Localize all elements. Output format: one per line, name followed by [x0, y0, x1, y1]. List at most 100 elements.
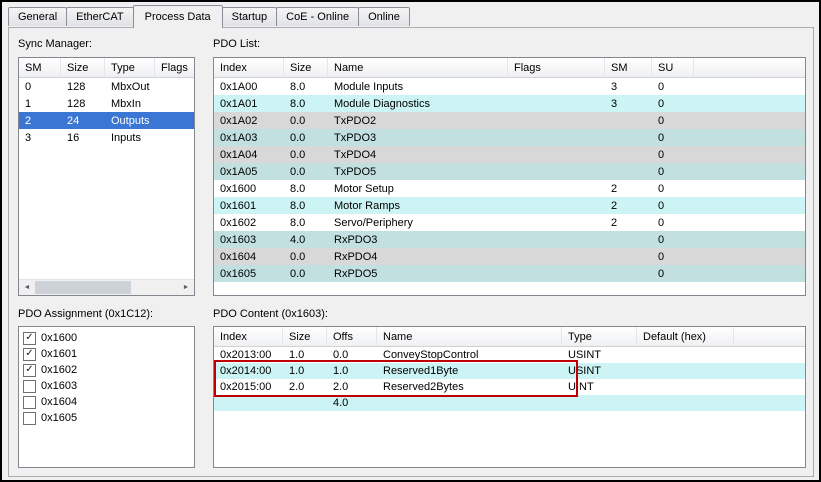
cell-type: [562, 395, 637, 411]
checkbox-unchecked-icon[interactable]: [23, 395, 36, 409]
cell-flags: [155, 78, 194, 95]
tab-startup[interactable]: Startup: [221, 7, 278, 26]
pdo-assignment-item-label: 0x1603: [41, 380, 78, 392]
tab-bar: General EtherCAT Process Data Startup Co…: [8, 5, 410, 28]
pdo-list-row[interactable]: 0x1A00 8.0 Module Inputs 3 0: [214, 78, 805, 95]
cell-size: 8.0: [290, 182, 306, 195]
pdo-assignment-item[interactable]: ✓ 0x1600: [21, 330, 192, 346]
column-header-sm[interactable]: SM: [19, 58, 61, 77]
cell-size: 8.0: [290, 97, 306, 110]
sync-manager-row[interactable]: 3 16 Inputs: [19, 129, 194, 146]
column-header-name[interactable]: Name: [377, 327, 562, 346]
pdo-list-row[interactable]: 0x1600 8.0 Motor Setup 2 0: [214, 180, 805, 197]
cell-sm: [605, 129, 652, 146]
pdo-assignment-item[interactable]: 0x1604: [21, 394, 192, 410]
tab-ethercat[interactable]: EtherCAT: [66, 7, 134, 26]
pdo-assignment-item[interactable]: ✓ 0x1601: [21, 346, 192, 362]
column-header-flags[interactable]: Flags: [508, 58, 605, 77]
checkbox-checked-icon[interactable]: ✓: [23, 363, 36, 377]
pdo-assignment-item-label: 0x1605: [41, 412, 78, 424]
tab-general[interactable]: General: [8, 7, 68, 26]
cell-sm: 1: [25, 97, 32, 110]
sync-manager-row[interactable]: 0 128 MbxOut: [19, 78, 194, 95]
pdo-assignment-item-label: 0x1602: [41, 364, 78, 376]
pdo-content-table: Index Size Offs Name Type Default (hex) …: [213, 326, 806, 468]
cell-name: Servo/Periphery: [334, 216, 413, 229]
column-header-su[interactable]: SU: [652, 58, 694, 77]
column-header-offs[interactable]: Offs: [327, 327, 377, 346]
cell-index: 0x1600: [220, 182, 257, 195]
column-header-type[interactable]: Type: [105, 58, 155, 77]
cell-size: 8.0: [290, 199, 306, 212]
sync-manager-row[interactable]: 1 128 MbxIn: [19, 95, 194, 112]
column-header-size[interactable]: Size: [61, 58, 105, 77]
device-process-data-dialog: General EtherCAT Process Data Startup Co…: [0, 0, 821, 482]
cell-sm: [605, 265, 652, 282]
column-header-name[interactable]: Name: [328, 58, 508, 77]
checkbox-checked-icon[interactable]: ✓: [23, 347, 36, 361]
cell-size: [283, 395, 327, 411]
pdo-list-row[interactable]: 0x1604 0.0 RxPDO4 0: [214, 248, 805, 265]
cell-sm: [605, 231, 652, 248]
scrollbar-track[interactable]: [35, 280, 178, 295]
cell-type: Outputs: [111, 114, 150, 127]
pdo-list-row[interactable]: 0x1A02 0.0 TxPDO2 0: [214, 112, 805, 129]
tab-process-data[interactable]: Process Data: [132, 5, 223, 28]
pdo-list-row[interactable]: 0x1A05 0.0 TxPDO5 0: [214, 163, 805, 180]
pdo-list-row[interactable]: 0x1A03 0.0 TxPDO3 0: [214, 129, 805, 146]
cell-sm: 2: [611, 182, 618, 195]
cell-index: 0x1A00: [220, 80, 258, 93]
column-header-index[interactable]: Index: [214, 58, 284, 77]
checkbox-checked-icon[interactable]: ✓: [23, 331, 36, 345]
cell-default: [637, 379, 734, 395]
cell-size: 0.0: [290, 165, 306, 178]
cell-index: 0x1604: [220, 250, 257, 263]
tab-online[interactable]: Online: [358, 7, 410, 26]
pdo-assignment-item[interactable]: 0x1603: [21, 378, 192, 394]
cell-size: 8.0: [290, 216, 306, 229]
cell-name: Reserved2Bytes: [383, 381, 464, 393]
tab-coe-online[interactable]: CoE - Online: [276, 7, 360, 26]
cell-type: USINT: [568, 365, 601, 377]
cell-sm: 2: [611, 199, 618, 212]
pdo-list-row[interactable]: 0x1603 4.0 RxPDO3 0: [214, 231, 805, 248]
pdo-content-row[interactable]: 4.0: [214, 395, 805, 411]
cell-index: 0x1603: [220, 233, 257, 246]
cell-size: 0.0: [290, 250, 306, 263]
column-header-size[interactable]: Size: [283, 327, 327, 346]
pdo-assignment-list: ✓ 0x1600 ✓ 0x1601 ✓ 0x1602 0x1603 0x1604…: [18, 326, 195, 468]
scrollbar-thumb[interactable]: [35, 281, 131, 294]
checkbox-unchecked-icon[interactable]: [23, 411, 36, 425]
pdo-list-row[interactable]: 0x1601 8.0 Motor Ramps 2 0: [214, 197, 805, 214]
cell-index: 0x1605: [220, 267, 257, 280]
column-header-size[interactable]: Size: [284, 58, 328, 77]
cell-flags: [508, 95, 605, 112]
scroll-left-icon[interactable]: ◄: [19, 280, 35, 295]
pdo-assignment-item[interactable]: ✓ 0x1602: [21, 362, 192, 378]
scroll-right-icon[interactable]: ►: [178, 280, 194, 295]
pdo-list-row[interactable]: 0x1605 0.0 RxPDO5 0: [214, 265, 805, 282]
column-header-flags[interactable]: Flags: [155, 58, 194, 77]
sync-manager-row-selected[interactable]: 2 24 Outputs: [19, 112, 194, 129]
pdo-assignment-item-label: 0x1600: [41, 332, 78, 344]
column-header-sm[interactable]: SM: [605, 58, 652, 77]
cell-type: UINT: [568, 381, 594, 393]
horizontal-scrollbar[interactable]: ◄ ►: [19, 279, 194, 295]
cell-su: 0: [658, 80, 665, 93]
pdo-content-row[interactable]: 0x2014:00 1.0 1.0 Reserved1Byte USINT: [214, 363, 805, 379]
cell-flags: [155, 95, 194, 112]
checkbox-unchecked-icon[interactable]: [23, 379, 36, 393]
pdo-list-row[interactable]: 0x1A01 8.0 Module Diagnostics 3 0: [214, 95, 805, 112]
pdo-content-row[interactable]: 0x2013:00 1.0 0.0 ConveyStopControl USIN…: [214, 347, 805, 363]
cell-offs: 0.0: [333, 349, 349, 361]
pdo-assignment-item[interactable]: 0x1605: [21, 410, 192, 426]
column-header-default-hex[interactable]: Default (hex): [637, 327, 734, 346]
cell-size: 1.0: [289, 365, 305, 377]
pdo-content-row[interactable]: 0x2015:00 2.0 2.0 Reserved2Bytes UINT: [214, 379, 805, 395]
cell-sm: [605, 248, 652, 265]
column-header-type[interactable]: Type: [562, 327, 637, 346]
pdo-list-row[interactable]: 0x1602 8.0 Servo/Periphery 2 0: [214, 214, 805, 231]
cell-su: 0: [658, 131, 665, 144]
pdo-list-row[interactable]: 0x1A04 0.0 TxPDO4 0: [214, 146, 805, 163]
column-header-index[interactable]: Index: [214, 327, 283, 346]
